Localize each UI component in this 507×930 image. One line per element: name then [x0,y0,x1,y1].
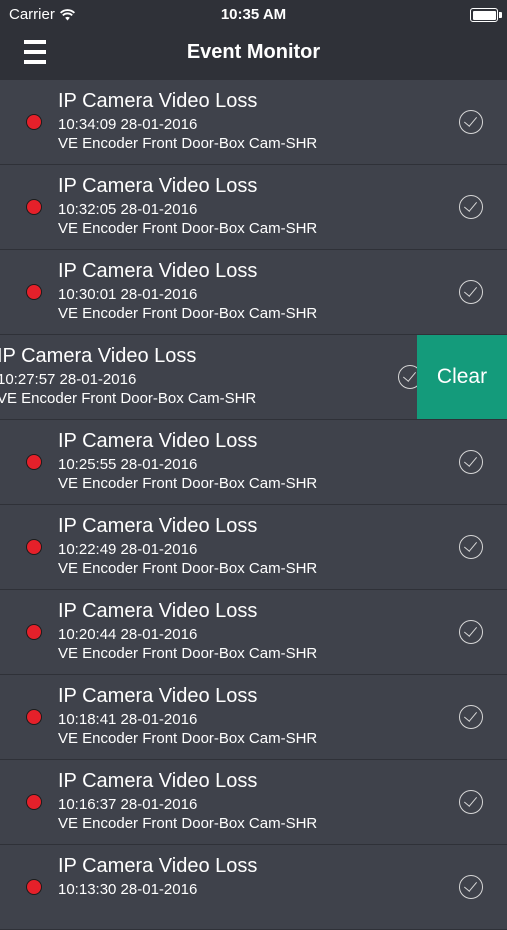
event-title: IP Camera Video Loss [58,685,258,707]
event-source: VE Encoder Front Door-Box Cam-SHR [58,220,318,237]
status-dot-icon [26,114,42,130]
event-title: IP Camera Video Loss [58,430,258,452]
event-row-content[interactable]: IP Camera Video Loss 10:18:41 28-01-2016 V… [0,675,507,759]
event-source: VE Encoder Front Door-Box Cam-SHR [58,815,318,832]
status-dot-icon [26,539,42,555]
event-source: VE Encoder Front Door-Box Cam-SHR [0,390,257,407]
event-row[interactable]: IP Camera Video Loss 10:27:57 28-01-2016 V… [0,335,507,420]
battery-icon [470,8,502,22]
event-source: VE Encoder Front Door-Box Cam-SHR [58,645,318,662]
event-title: IP Camera Video Loss [0,345,197,367]
event-source: VE Encoder Front Door-Box Cam-SHR [58,135,318,152]
acknowledge-check-icon[interactable] [459,535,483,559]
event-title: IP Camera Video Loss [58,175,258,197]
status-dot-icon [26,709,42,725]
event-row[interactable]: IP Camera Video Loss 10:13:30 28-01-2016 [0,845,507,930]
event-row-content[interactable]: IP Camera Video Loss 10:22:49 28-01-2016 V… [0,505,507,589]
status-dot-icon [26,624,42,640]
event-row-content[interactable]: IP Camera Video Loss 10:25:55 28-01-2016 V… [0,420,507,504]
event-row[interactable]: IP Camera Video Loss 10:16:37 28-01-2016 V… [0,760,507,845]
event-row[interactable]: IP Camera Video Loss 10:32:05 28-01-2016 V… [0,165,507,250]
status-dot-icon [26,284,42,300]
event-row-content[interactable]: IP Camera Video Loss 10:32:05 28-01-2016 V… [0,165,507,249]
acknowledge-check-icon[interactable] [459,195,483,219]
event-row[interactable]: IP Camera Video Loss 10:20:44 28-01-2016 V… [0,590,507,675]
event-timestamp: 10:20:44 28-01-2016 [58,626,198,643]
event-timestamp: 10:18:41 28-01-2016 [58,711,198,728]
page-title: Event Monitor [186,41,321,63]
event-timestamp: 10:13:30 28-01-2016 [58,881,198,898]
clear-button[interactable]: Clear [417,335,507,419]
event-timestamp: 10:30:01 28-01-2016 [58,286,198,303]
battery-level [472,10,496,20]
event-list[interactable]: IP Camera Video Loss 10:34:09 28-01-2016 V… [0,80,507,930]
clock: 10:35 AM [220,6,287,23]
event-timestamp: 10:34:09 28-01-2016 [58,116,198,133]
acknowledge-check-icon[interactable] [459,790,483,814]
acknowledge-check-icon[interactable] [459,620,483,644]
event-source: VE Encoder Front Door-Box Cam-SHR [58,560,318,577]
event-timestamp: 10:25:55 28-01-2016 [58,456,198,473]
event-row-content[interactable]: IP Camera Video Loss 10:30:01 28-01-2016 V… [0,250,507,334]
acknowledge-check-icon[interactable] [459,705,483,729]
event-title: IP Camera Video Loss [58,600,258,622]
event-title: IP Camera Video Loss [58,260,258,282]
event-source: VE Encoder Front Door-Box Cam-SHR [58,305,318,322]
event-row[interactable]: IP Camera Video Loss 10:34:09 28-01-2016 V… [0,80,507,165]
event-source: VE Encoder Front Door-Box Cam-SHR [58,730,318,747]
event-row[interactable]: IP Camera Video Loss 10:18:41 28-01-2016 V… [0,675,507,760]
event-title: IP Camera Video Loss [58,515,258,537]
event-timestamp: 10:27:57 28-01-2016 [0,371,137,388]
status-dot-icon [26,794,42,810]
event-row[interactable]: IP Camera Video Loss 10:30:01 28-01-2016 V… [0,250,507,335]
acknowledge-check-icon[interactable] [459,875,483,899]
event-row[interactable]: IP Camera Video Loss 10:22:49 28-01-2016 V… [0,505,507,590]
event-title: IP Camera Video Loss [58,90,258,112]
event-source: VE Encoder Front Door-Box Cam-SHR [58,475,318,492]
event-row-content[interactable]: IP Camera Video Loss 10:34:09 28-01-2016 V… [0,80,507,164]
status-dot-icon [26,879,42,895]
event-row-content[interactable]: IP Camera Video Loss 10:13:30 28-01-2016 [0,845,507,929]
event-row-content[interactable]: IP Camera Video Loss 10:27:57 28-01-2016 V… [0,335,446,419]
acknowledge-check-icon[interactable] [459,280,483,304]
event-row-content[interactable]: IP Camera Video Loss 10:16:37 28-01-2016 V… [0,760,507,844]
acknowledge-check-icon[interactable] [459,450,483,474]
event-title: IP Camera Video Loss [58,855,258,877]
event-title: IP Camera Video Loss [58,770,258,792]
status-dot-icon [26,454,42,470]
nav-bar: Event Monitor [0,30,507,80]
event-timestamp: 10:16:37 28-01-2016 [58,796,198,813]
status-bar: Carrier 10:35 AM [0,0,507,30]
event-timestamp: 10:32:05 28-01-2016 [58,201,198,218]
event-row[interactable]: IP Camera Video Loss 10:25:55 28-01-2016 V… [0,420,507,505]
status-dot-icon [26,199,42,215]
acknowledge-check-icon[interactable] [459,110,483,134]
event-timestamp: 10:22:49 28-01-2016 [58,541,198,558]
event-row-content[interactable]: IP Camera Video Loss 10:20:44 28-01-2016 V… [0,590,507,674]
